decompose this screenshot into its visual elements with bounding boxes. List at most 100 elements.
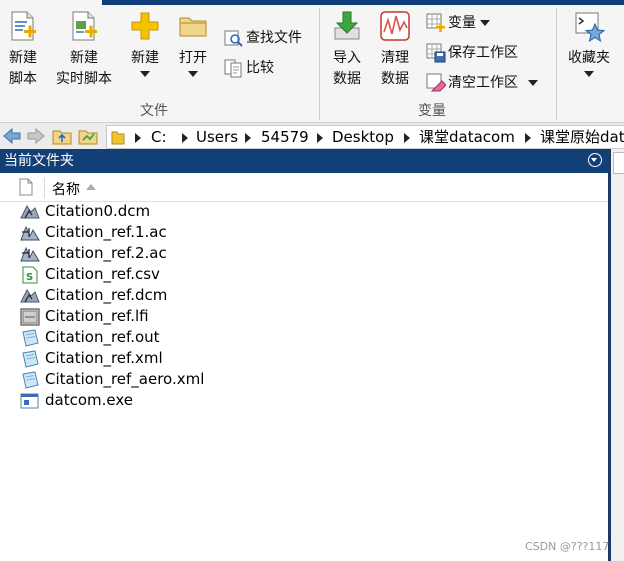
file-name: Citation_ref.out — [45, 328, 160, 346]
favorites-icon — [573, 10, 606, 43]
file-name: Citation_ref.lfi — [45, 307, 149, 325]
file-row[interactable]: Citation0.dcm — [0, 201, 608, 222]
adjacent-panel-tab[interactable] — [613, 152, 624, 174]
chevron-down-icon — [480, 20, 490, 26]
breadcrumb-separator-icon — [525, 133, 531, 143]
breadcrumb[interactable]: C: Users 54579 Desktop 课堂datacom 课堂原始dat — [106, 125, 624, 149]
file-name: Citation0.dcm — [45, 202, 151, 220]
chevron-down-icon — [140, 71, 150, 77]
new-button[interactable]: 新建 — [126, 10, 164, 77]
find-files-button[interactable]: 查找文件 — [224, 26, 302, 50]
breadcrumb-item[interactable]: Users — [196, 129, 238, 145]
chevron-down-icon — [188, 71, 198, 77]
column-name-header[interactable]: 名称 — [52, 179, 80, 199]
new-script-icon — [7, 10, 39, 42]
sort-ascending-icon — [86, 184, 96, 190]
generic-file-icon — [20, 350, 40, 368]
panel-menu-icon[interactable] — [588, 153, 602, 167]
file-row[interactable]: Citation_ref.dcm — [0, 285, 608, 306]
eraser-icon — [426, 73, 447, 92]
variable-label: 变量 — [448, 15, 476, 31]
file-row[interactable]: S Citation_ref.csv — [0, 264, 608, 285]
toolstrip-accent — [102, 0, 624, 5]
chevron-down-icon — [584, 71, 594, 77]
breadcrumb-item[interactable]: 54579 — [261, 129, 309, 145]
import-icon — [331, 10, 363, 42]
panel-title: 当前文件夹 — [0, 149, 608, 173]
favorites-label: 收藏夹 — [568, 50, 610, 66]
ribbon-divider — [556, 8, 557, 120]
compare-label: 比较 — [246, 60, 274, 76]
find-files-label: 查找文件 — [246, 30, 302, 46]
up-folder-icon[interactable] — [52, 126, 72, 146]
file-name: datcom.exe — [45, 391, 134, 409]
browse-folder-icon[interactable] — [78, 126, 98, 146]
panel-title-text: 当前文件夹 — [4, 153, 74, 169]
lfi-icon — [20, 308, 40, 326]
toolstrip: 新建 脚本 新建 实时脚本 新建 打开 查找文件 比较 文件 导入 数据 清理 … — [0, 0, 624, 122]
address-bar: C: Users 54579 Desktop 课堂datacom 课堂原始dat — [0, 122, 624, 150]
variable-button[interactable]: 变量 — [426, 11, 490, 35]
folder-icon — [177, 10, 209, 42]
new-script-button[interactable]: 新建 脚本 — [4, 10, 42, 90]
breadcrumb-separator-icon — [135, 133, 141, 143]
clean-data-button[interactable]: 清理 数据 — [376, 10, 414, 90]
file-name: Citation_ref.csv — [45, 265, 160, 283]
save-workspace-button[interactable]: 保存工作区 — [426, 41, 518, 65]
dcm-icon — [20, 287, 40, 305]
watermark: CSDN @???117 — [525, 540, 610, 553]
group-label-file: 文件 — [140, 103, 168, 119]
csv-icon: S — [20, 266, 40, 284]
import-label-2: 数据 — [333, 71, 361, 87]
file-row[interactable]: Citation_ref.xml — [0, 348, 608, 369]
clean-label-1: 清理 — [381, 50, 409, 66]
compare-icon — [224, 58, 242, 78]
clean-data-icon — [379, 10, 411, 42]
clean-label-2: 数据 — [381, 71, 409, 87]
breadcrumb-item[interactable]: C: — [151, 129, 167, 145]
breadcrumb-item[interactable]: 课堂原始dat — [540, 129, 624, 145]
save-workspace-icon — [426, 43, 446, 63]
folder-icon — [111, 129, 125, 149]
new-script-label-2: 脚本 — [9, 71, 37, 87]
ac-icon — [20, 224, 40, 242]
file-row[interactable]: Citation_ref.lfi — [0, 306, 608, 327]
file-row[interactable]: Citation_ref.2.ac — [0, 243, 608, 264]
plus-icon — [129, 10, 161, 42]
breadcrumb-separator-icon — [404, 133, 410, 143]
file-row[interactable]: datcom.exe — [0, 390, 608, 411]
open-label: 打开 — [179, 50, 207, 66]
ac-icon — [20, 245, 40, 263]
file-row[interactable]: Citation_ref.out — [0, 327, 608, 348]
file-name: Citation_ref.xml — [45, 349, 163, 367]
breadcrumb-item[interactable]: 课堂datacom — [419, 129, 515, 145]
open-button[interactable]: 打开 — [174, 10, 212, 77]
file-row[interactable]: Citation_ref_aero.xml — [0, 369, 608, 390]
breadcrumb-separator-icon — [245, 133, 251, 143]
new-live-script-label-1: 新建 — [70, 50, 98, 66]
new-live-script-button[interactable]: 新建 实时脚本 — [52, 10, 116, 90]
chevron-down-icon — [528, 80, 538, 86]
new-label: 新建 — [131, 50, 159, 66]
forward-arrow-icon[interactable] — [26, 126, 46, 146]
column-separator[interactable] — [44, 178, 45, 198]
file-type-column-icon — [18, 178, 34, 200]
new-script-label-1: 新建 — [9, 50, 37, 66]
group-label-variable: 变量 — [418, 103, 446, 119]
import-label-1: 导入 — [333, 50, 361, 66]
save-workspace-label: 保存工作区 — [448, 45, 518, 61]
dcm-icon — [20, 203, 40, 221]
clear-workspace-button[interactable]: 清空工作区 — [426, 71, 538, 95]
breadcrumb-item[interactable]: Desktop — [332, 129, 394, 145]
favorites-button[interactable]: 收藏夹 — [564, 10, 614, 77]
svg-text:S: S — [26, 272, 33, 283]
file-row[interactable]: Citation_ref.1.ac — [0, 222, 608, 243]
compare-button[interactable]: 比较 — [224, 56, 274, 80]
ribbon-divider — [319, 8, 320, 120]
back-arrow-icon[interactable] — [2, 126, 22, 146]
generic-file-icon — [20, 371, 40, 389]
file-name: Citation_ref.2.ac — [45, 244, 167, 262]
adjacent-panel — [611, 149, 624, 561]
import-data-button[interactable]: 导入 数据 — [328, 10, 366, 90]
breadcrumb-separator-icon — [182, 133, 188, 143]
